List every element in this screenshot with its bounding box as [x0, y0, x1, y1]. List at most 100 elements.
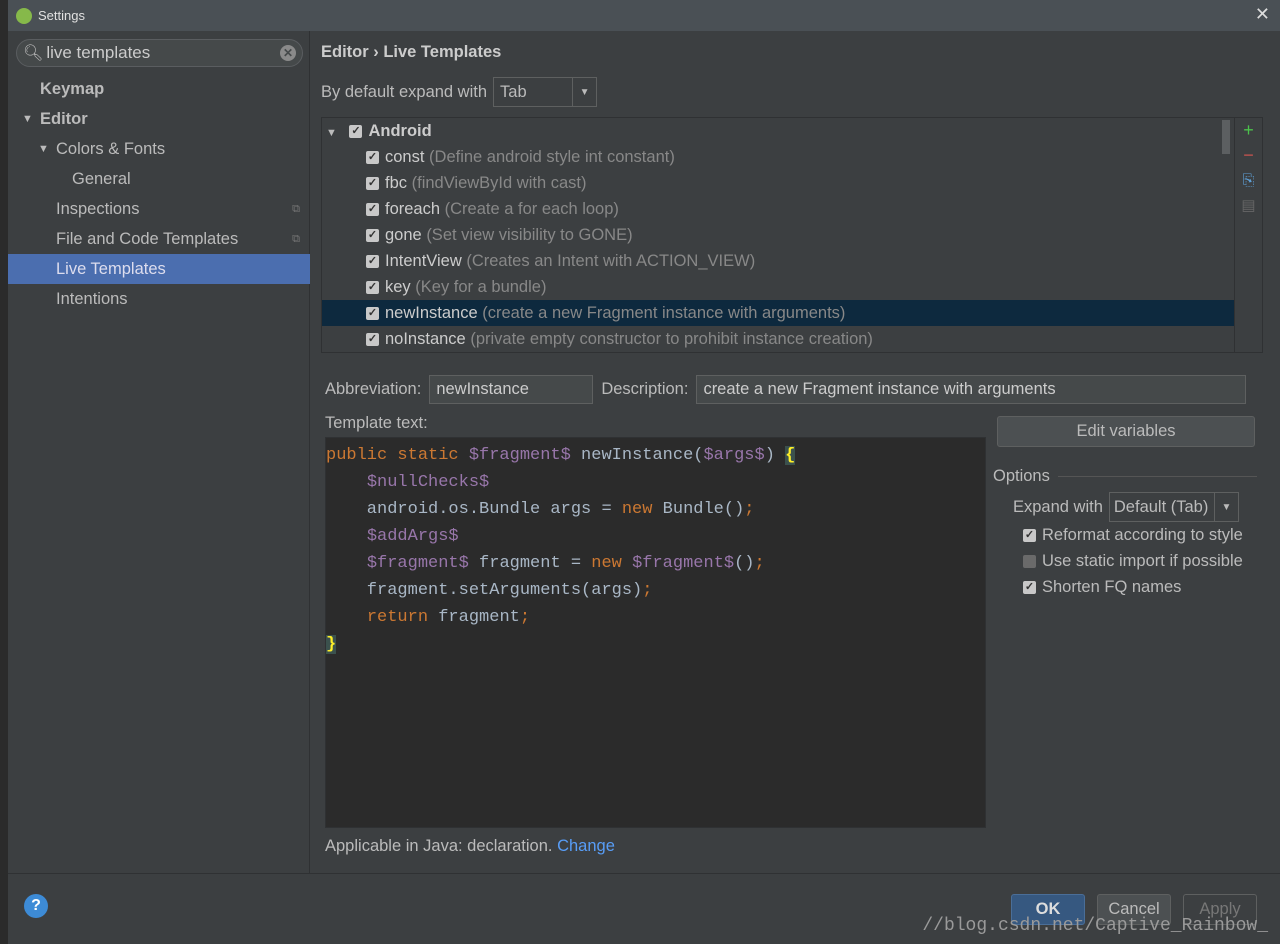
expand-key-value: Tab	[500, 82, 527, 101]
template-row[interactable]: ✓ newInstance (create a new Fragment inst…	[322, 300, 1234, 326]
templates-tree[interactable]: ▼ ✓ Android ✓ const (Define android style i…	[321, 117, 1235, 353]
search-value[interactable]: live templates	[46, 43, 150, 63]
template-description: (private empty constructor to prohibit i…	[470, 330, 873, 348]
code-line: }	[326, 631, 985, 658]
template-row[interactable]: ✓ fbc (findViewById with cast)	[322, 170, 1234, 196]
sidebar-item-label: Intentions	[56, 290, 128, 308]
code-token: ()	[734, 554, 755, 573]
code-token: $fragment$	[468, 446, 571, 465]
expand-arrow-icon[interactable]: ▼	[38, 134, 49, 164]
sidebar: 🔍︎ live templates ✕ Keymap ▼ Editor ▼ Colors…	[8, 31, 310, 873]
expand-arrow-icon[interactable]: ▼	[326, 127, 337, 139]
template-checkbox[interactable]: ✓	[366, 255, 379, 269]
sidebar-item-label: Keymap	[40, 80, 105, 98]
help-icon[interactable]: ?	[24, 894, 48, 918]
add-icon[interactable]: +	[1235, 118, 1262, 143]
code-line: $fragment$ fragment = new $fragment$();	[326, 550, 985, 577]
code-line: android.os.Bundle args = new Bundle();	[326, 496, 985, 523]
expand-arrow-icon[interactable]: ▼	[22, 104, 33, 134]
template-description: (Key for a bundle)	[415, 278, 547, 296]
option-checkbox[interactable]: ✓	[1023, 580, 1036, 594]
copy-icon[interactable]: ⎘	[1235, 168, 1262, 193]
abbreviation-input[interactable]: newInstance	[429, 375, 594, 404]
template-checkbox[interactable]: ✓	[366, 281, 379, 295]
template-checkbox[interactable]: ✓	[366, 203, 379, 217]
template-description: (Set view visibility to GONE)	[426, 226, 633, 244]
options-group: Options Expand with Default (Tab) ▼ ✓ Ref…	[993, 467, 1257, 600]
window-title: Settings	[38, 8, 85, 23]
template-row[interactable]: ✓ const (Define android style int constan…	[322, 144, 1234, 170]
code-token: ;	[642, 581, 653, 600]
project-scope-icon: ⧉	[292, 203, 300, 215]
description-input[interactable]: create a new Fragment instance with argu…	[696, 375, 1247, 404]
code-token: Bundle()	[652, 500, 745, 519]
template-checkbox[interactable]: ✓	[366, 151, 379, 165]
template-checkbox[interactable]: ✓	[366, 333, 379, 347]
remove-icon[interactable]: −	[1235, 143, 1262, 168]
group-checkbox[interactable]: ✓	[349, 125, 363, 139]
sidebar-item[interactable]: General	[8, 164, 310, 194]
template-checkbox[interactable]: ✓	[366, 307, 379, 321]
template-row[interactable]: ✓ noInstance (private empty constructor t…	[322, 326, 1234, 352]
template-fields: Abbreviation: newInstance Description: c…	[325, 375, 1254, 404]
group-name: Android	[368, 122, 432, 140]
chevron-down-icon: ▼	[572, 78, 596, 106]
template-row[interactable]: ✓ key (Key for a bundle)	[322, 274, 1234, 300]
code-token: ;	[744, 500, 755, 519]
option-label: Shorten FQ names	[1042, 577, 1182, 596]
template-row[interactable]: ✓ IntentView (Creates an Intent with ACTI…	[322, 248, 1234, 274]
template-description: (findViewById with cast)	[411, 174, 587, 192]
edit-variables-button[interactable]: Edit variables	[997, 416, 1255, 447]
code-token: return	[366, 608, 429, 627]
sidebar-item-label: Live Templates	[56, 260, 166, 278]
template-checkbox[interactable]: ✓	[366, 177, 379, 191]
template-name: noInstance	[385, 330, 466, 348]
sidebar-item[interactable]: ▼ Colors & Fonts	[8, 134, 310, 164]
option-checkbox-row[interactable]: ✓ Reformat according to style	[1023, 522, 1257, 548]
sidebar-item[interactable]: Inspections ⧉	[8, 194, 310, 224]
sidebar-item[interactable]: File and Code Templates ⧉	[8, 224, 310, 254]
close-icon[interactable]: ✕	[1255, 4, 1270, 25]
change-link[interactable]: Change	[557, 837, 615, 855]
template-row[interactable]: ✓ gone (Set view visibility to GONE)	[322, 222, 1234, 248]
default-expand-row: By default expand with Tab ▼	[321, 77, 598, 107]
expand-with-select[interactable]: Default (Tab) ▼	[1108, 492, 1239, 522]
sidebar-item[interactable]: ▼ Editor	[8, 104, 310, 134]
chevron-down-icon: ▼	[1213, 493, 1238, 521]
code-token: $fragment$	[366, 554, 469, 573]
template-checkbox[interactable]: ✓	[366, 229, 379, 243]
sidebar-item-label: Editor	[40, 110, 88, 128]
template-name: IntentView	[385, 252, 462, 270]
option-checkbox[interactable]: ✓	[1023, 528, 1036, 542]
tree-toolbar: + − ⎘ ▤	[1235, 117, 1263, 353]
restore-icon[interactable]: ▤	[1235, 193, 1262, 218]
clear-search-icon[interactable]: ✕	[280, 45, 296, 61]
code-line: return fragment;	[326, 604, 985, 631]
option-checkbox[interactable]: ✓	[1023, 554, 1036, 568]
expand-key-select[interactable]: Tab ▼	[493, 77, 598, 107]
template-text-label: Template text:	[325, 414, 428, 432]
option-checkbox-row[interactable]: ✓ Shorten FQ names	[1023, 574, 1257, 600]
template-name: key	[385, 278, 411, 296]
android-studio-logo-icon	[16, 7, 32, 24]
template-description: (Define android style int constant)	[429, 148, 675, 166]
option-checkbox-row[interactable]: ✓ Use static import if possible	[1023, 548, 1257, 574]
search-icon: 🔍︎	[23, 45, 44, 62]
sidebar-item-label: General	[72, 170, 131, 188]
code-token: {	[785, 446, 796, 465]
template-text-editor[interactable]: public static $fragment$ newInstance($ar…	[325, 437, 986, 828]
expand-label: By default expand with	[321, 82, 488, 101]
sidebar-item[interactable]: Keymap	[8, 74, 310, 104]
options-title: Options	[993, 467, 1050, 485]
template-row[interactable]: ✓ foreach (Create a for each loop)	[322, 196, 1234, 222]
sidebar-item[interactable]: Intentions	[8, 284, 310, 314]
code-token: fragment	[428, 608, 520, 627]
code-line: public static $fragment$ newInstance($ar…	[326, 442, 985, 469]
sidebar-item[interactable]: Live Templates	[8, 254, 310, 284]
template-group-android[interactable]: ▼ ✓ Android	[322, 118, 1234, 144]
code-token: ;	[519, 608, 531, 627]
search-input[interactable]: 🔍︎ live templates ✕	[16, 39, 303, 67]
